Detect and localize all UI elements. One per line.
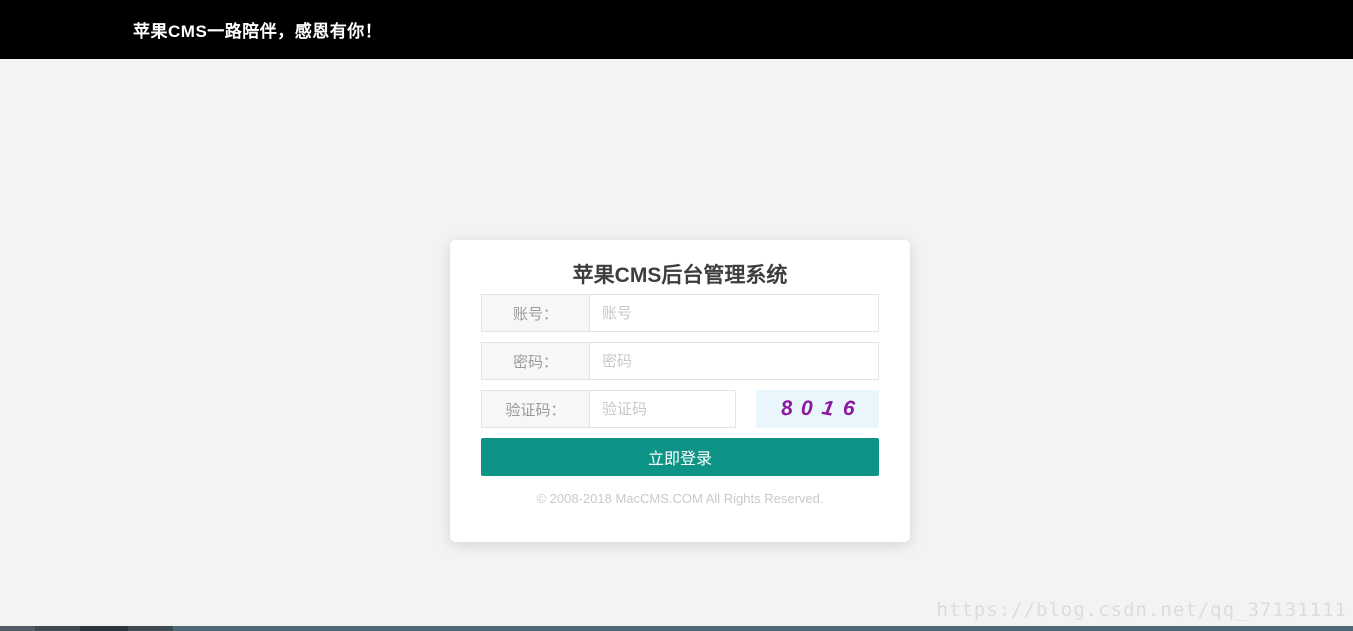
captcha-image[interactable]: 8016 <box>756 390 879 428</box>
copyright-text: © 2008-2018 MacCMS.COM All Rights Reserv… <box>481 491 879 506</box>
captcha-label: 验证码： <box>481 390 589 428</box>
account-row: 账号： <box>481 294 879 332</box>
captcha-input[interactable] <box>589 390 736 428</box>
login-title: 苹果CMS后台管理系统 <box>481 240 879 294</box>
taskbar-segment <box>0 626 35 631</box>
top-banner: 苹果CMS一路陪伴，感恩有你！ <box>0 0 1353 59</box>
taskbar-segment <box>35 626 80 631</box>
login-button[interactable]: 立即登录 <box>481 438 879 476</box>
account-input[interactable] <box>589 294 879 332</box>
password-input[interactable] <box>589 342 879 380</box>
csdn-watermark: https://blog.csdn.net/qq_37131111 <box>937 599 1348 621</box>
taskbar-segment <box>80 626 128 631</box>
login-card: 苹果CMS后台管理系统 账号： 密码： 验证码： 8016 立即登录 © 200… <box>450 240 910 542</box>
password-row: 密码： <box>481 342 879 380</box>
banner-message: 苹果CMS一路陪伴，感恩有你！ <box>133 17 382 42</box>
taskbar-segment <box>128 626 173 631</box>
taskbar-edge <box>0 626 1353 631</box>
password-label: 密码： <box>481 342 589 380</box>
account-label: 账号： <box>481 294 589 332</box>
captcha-row: 验证码： 8016 <box>481 390 879 428</box>
